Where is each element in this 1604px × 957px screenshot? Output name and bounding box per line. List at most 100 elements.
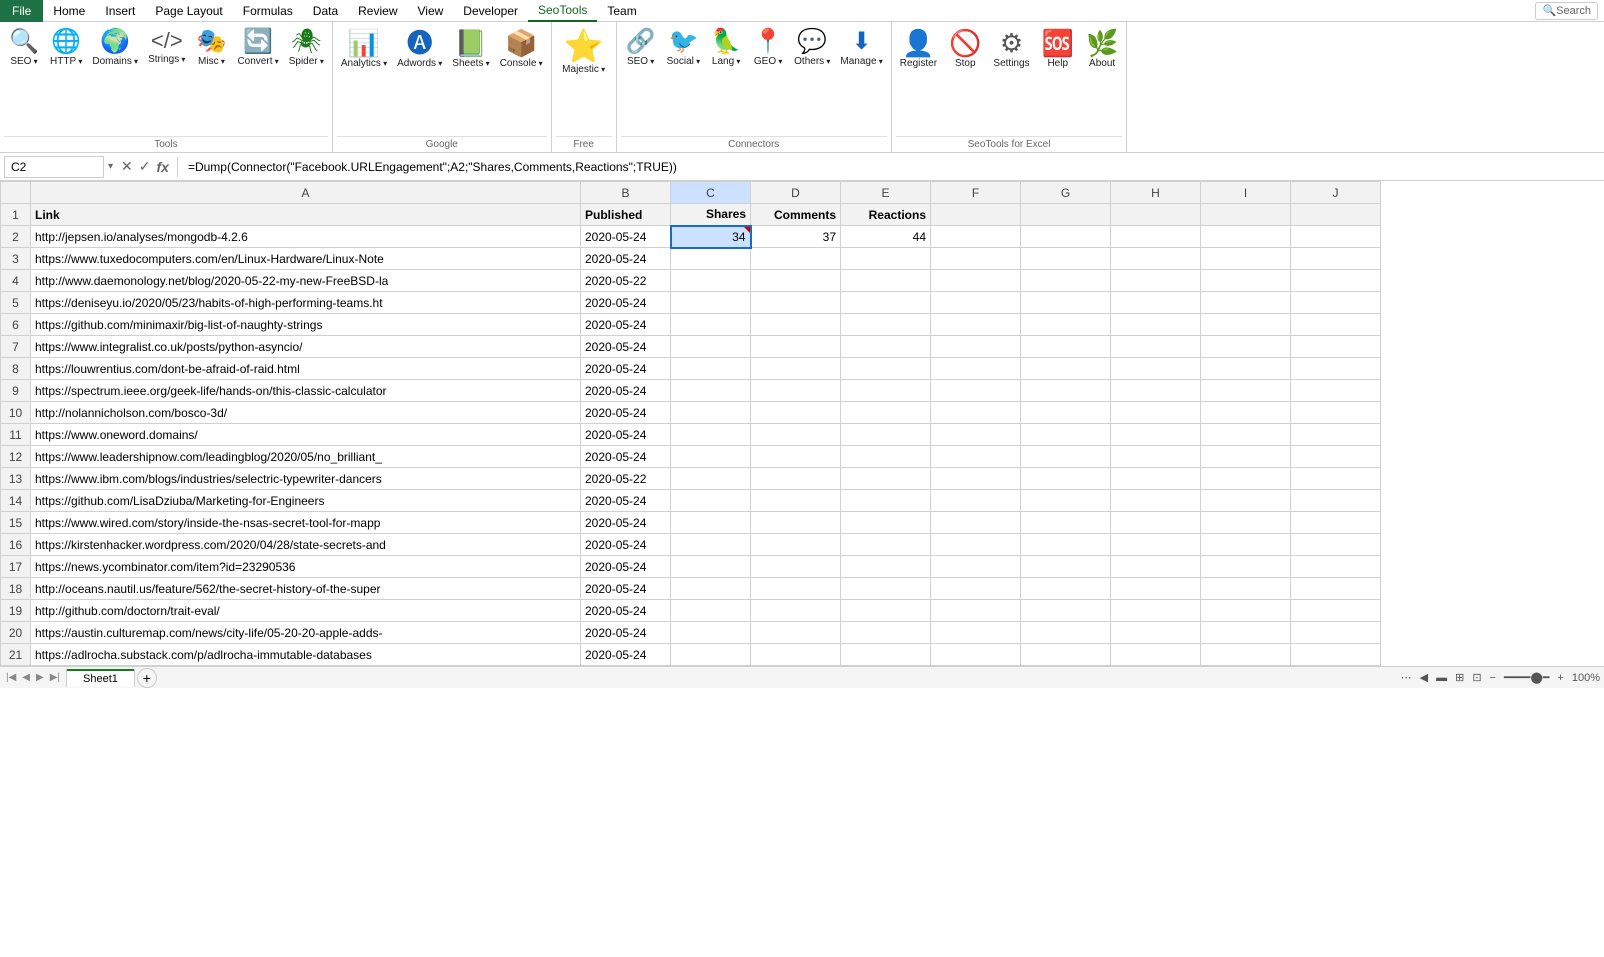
- cell-1-9[interactable]: [1291, 204, 1381, 226]
- cell-5-7[interactable]: [1111, 292, 1201, 314]
- cell-19-3[interactable]: [751, 600, 841, 622]
- cell-21-5[interactable]: [931, 644, 1021, 666]
- cell-19-7[interactable]: [1111, 600, 1201, 622]
- cell-15-8[interactable]: [1201, 512, 1291, 534]
- cell-4-3[interactable]: [751, 270, 841, 292]
- seo-button[interactable]: 🔍 SEO: [4, 28, 44, 70]
- cell-17-6[interactable]: [1021, 556, 1111, 578]
- cell-14-0[interactable]: https://github.com/LisaDziuba/Marketing-…: [31, 490, 581, 512]
- cell-5-2[interactable]: [671, 292, 751, 314]
- cell-13-0[interactable]: https://www.ibm.com/blogs/industries/sel…: [31, 468, 581, 490]
- cell-15-2[interactable]: [671, 512, 751, 534]
- col-header-j[interactable]: J: [1291, 182, 1381, 204]
- cell-15-6[interactable]: [1021, 512, 1111, 534]
- cell-15-9[interactable]: [1291, 512, 1381, 534]
- nav-last-sheet[interactable]: ▶|: [48, 672, 62, 683]
- cell-16-0[interactable]: https://kirstenhacker.wordpress.com/2020…: [31, 534, 581, 556]
- cell-15-5[interactable]: [931, 512, 1021, 534]
- menu-data[interactable]: Data: [303, 0, 348, 22]
- misc-button[interactable]: 🎭 Misc: [191, 28, 231, 70]
- cell-16-3[interactable]: [751, 534, 841, 556]
- cell-1-0[interactable]: Link: [31, 204, 581, 226]
- cell-4-5[interactable]: [931, 270, 1021, 292]
- cell-8-1[interactable]: 2020-05-24: [581, 358, 671, 380]
- cell-2-9[interactable]: [1291, 226, 1381, 248]
- cell-8-5[interactable]: [931, 358, 1021, 380]
- cell-8-6[interactable]: [1021, 358, 1111, 380]
- cell-15-3[interactable]: [751, 512, 841, 534]
- cell-3-8[interactable]: [1201, 248, 1291, 270]
- cell-21-7[interactable]: [1111, 644, 1201, 666]
- cell-18-5[interactable]: [931, 578, 1021, 600]
- cell-5-6[interactable]: [1021, 292, 1111, 314]
- menu-home[interactable]: Home: [43, 0, 95, 22]
- cell-7-4[interactable]: [841, 336, 931, 358]
- formula-cancel-icon[interactable]: ✕: [121, 158, 133, 175]
- cell-9-5[interactable]: [931, 380, 1021, 402]
- cell-20-3[interactable]: [751, 622, 841, 644]
- cell-11-7[interactable]: [1111, 424, 1201, 446]
- zoom-in-icon[interactable]: +: [1557, 672, 1563, 684]
- cell-15-7[interactable]: [1111, 512, 1201, 534]
- cell-21-9[interactable]: [1291, 644, 1381, 666]
- cell-19-8[interactable]: [1201, 600, 1291, 622]
- zoom-slider[interactable]: ━━━━⬤━: [1504, 671, 1549, 684]
- cell-1-6[interactable]: [1021, 204, 1111, 226]
- cell-7-7[interactable]: [1111, 336, 1201, 358]
- cell-5-8[interactable]: [1201, 292, 1291, 314]
- cell-21-6[interactable]: [1021, 644, 1111, 666]
- strings-button[interactable]: </> Strings: [144, 28, 189, 68]
- cell-20-9[interactable]: [1291, 622, 1381, 644]
- cell-11-3[interactable]: [751, 424, 841, 446]
- menu-review[interactable]: Review: [348, 0, 407, 22]
- cell-14-5[interactable]: [931, 490, 1021, 512]
- row-header-15[interactable]: 15: [1, 512, 31, 534]
- cell-12-2[interactable]: [671, 446, 751, 468]
- cell-16-6[interactable]: [1021, 534, 1111, 556]
- row-header-12[interactable]: 12: [1, 446, 31, 468]
- cell-16-7[interactable]: [1111, 534, 1201, 556]
- row-header-8[interactable]: 8: [1, 358, 31, 380]
- cell-17-5[interactable]: [931, 556, 1021, 578]
- cell-14-8[interactable]: [1201, 490, 1291, 512]
- cell-17-8[interactable]: [1201, 556, 1291, 578]
- col-header-d[interactable]: D: [751, 182, 841, 204]
- cell-3-7[interactable]: [1111, 248, 1201, 270]
- cell-11-5[interactable]: [931, 424, 1021, 446]
- zoom-out-icon[interactable]: −: [1490, 672, 1496, 684]
- cell-20-4[interactable]: [841, 622, 931, 644]
- nav-first-sheet[interactable]: |◀: [4, 672, 18, 683]
- cell-20-8[interactable]: [1201, 622, 1291, 644]
- cell-20-6[interactable]: [1021, 622, 1111, 644]
- col-header-b[interactable]: B: [581, 182, 671, 204]
- cell-6-8[interactable]: [1201, 314, 1291, 336]
- cell-6-2[interactable]: [671, 314, 751, 336]
- cell-3-4[interactable]: [841, 248, 931, 270]
- cell-3-5[interactable]: [931, 248, 1021, 270]
- cell-6-6[interactable]: [1021, 314, 1111, 336]
- cell-11-8[interactable]: [1201, 424, 1291, 446]
- cell-3-6[interactable]: [1021, 248, 1111, 270]
- cell-4-8[interactable]: [1201, 270, 1291, 292]
- cell-20-0[interactable]: https://austin.culturemap.com/news/city-…: [31, 622, 581, 644]
- help-button[interactable]: 🆘 Help: [1038, 28, 1078, 72]
- row-header-13[interactable]: 13: [1, 468, 31, 490]
- menu-formulas[interactable]: Formulas: [233, 0, 303, 22]
- http-button[interactable]: 🌐 HTTP: [46, 28, 86, 70]
- cell-18-1[interactable]: 2020-05-24: [581, 578, 671, 600]
- cell-17-2[interactable]: [671, 556, 751, 578]
- cell-4-6[interactable]: [1021, 270, 1111, 292]
- cell-1-2[interactable]: Shares: [671, 204, 751, 226]
- manage-button[interactable]: ⬇ Manage: [836, 28, 886, 70]
- cell-17-7[interactable]: [1111, 556, 1201, 578]
- row-header-16[interactable]: 16: [1, 534, 31, 556]
- cell-6-9[interactable]: [1291, 314, 1381, 336]
- col-header-f[interactable]: F: [931, 182, 1021, 204]
- cell-21-3[interactable]: [751, 644, 841, 666]
- cell-2-1[interactable]: 2020-05-24: [581, 226, 671, 248]
- cell-16-4[interactable]: [841, 534, 931, 556]
- row-header-20[interactable]: 20: [1, 622, 31, 644]
- cell-10-4[interactable]: [841, 402, 931, 424]
- cell-9-8[interactable]: [1201, 380, 1291, 402]
- cell-19-2[interactable]: [671, 600, 751, 622]
